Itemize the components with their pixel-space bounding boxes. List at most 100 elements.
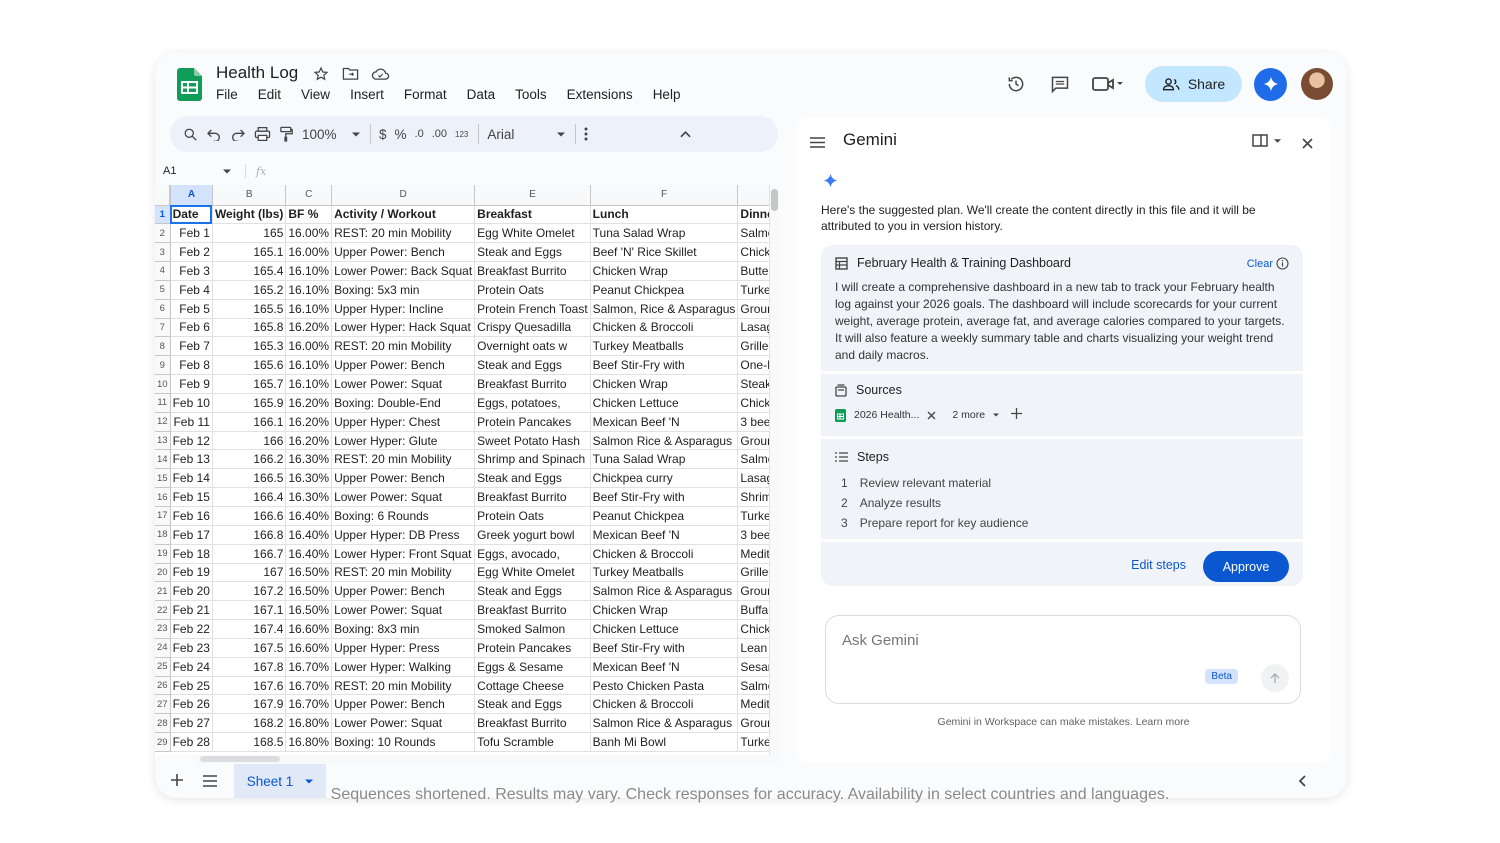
table-cell[interactable]: Beef Stir-Fry with: [590, 638, 739, 658]
table-cell[interactable]: 16.70%: [285, 694, 333, 715]
table-cell[interactable]: 16.10%: [285, 261, 333, 281]
share-button[interactable]: Share: [1145, 66, 1242, 102]
select-all-corner[interactable]: [155, 185, 172, 206]
table-cell[interactable]: REST: 20 min Mobility: [331, 336, 476, 357]
row-number[interactable]: 5: [155, 280, 171, 300]
row-number[interactable]: 7: [155, 318, 171, 338]
table-cell[interactable]: Feb 18: [170, 544, 213, 564]
table-cell[interactable]: Eggs & Sesame: [474, 657, 591, 677]
table-cell[interactable]: Mexican Beef 'N: [590, 412, 739, 432]
table-cell[interactable]: Eggs, avocado,: [474, 544, 591, 564]
column-header[interactable]: A: [170, 185, 213, 206]
table-cell[interactable]: Boxing: 5x3 min: [331, 280, 476, 300]
table-cell[interactable]: 16.30%: [285, 468, 333, 489]
table-cell[interactable]: Upper Hyper: Chest: [331, 412, 476, 432]
table-cell[interactable]: Breakfast Burrito: [474, 374, 591, 394]
table-cell[interactable]: Ground Beef Potatoes: [737, 713, 769, 734]
row-number[interactable]: 11: [155, 393, 171, 413]
table-cell[interactable]: 166.4: [212, 487, 287, 507]
table-cell[interactable]: Overnight oats w: [474, 336, 591, 357]
table-cell[interactable]: Chicken & Broccoli: [590, 694, 739, 715]
table-cell[interactable]: Feb 1: [170, 223, 213, 244]
column-header[interactable]: B: [212, 185, 287, 206]
table-cell[interactable]: 167.5: [212, 638, 287, 658]
table-cell[interactable]: 168.5: [212, 732, 287, 752]
table-cell[interactable]: 16.20%: [285, 393, 333, 413]
table-cell[interactable]: Upper Power: Bench: [331, 242, 476, 263]
row-number[interactable]: 10: [155, 374, 171, 394]
table-cell[interactable]: 3 beef tacos: [737, 412, 769, 432]
table-cell[interactable]: 167.4: [212, 619, 287, 639]
row-number[interactable]: 29: [155, 732, 171, 752]
number-format-button[interactable]: 123: [455, 120, 468, 148]
table-cell[interactable]: Tuna Salad Wrap: [590, 223, 739, 244]
table-cell[interactable]: Beef 'N' Rice Skillet: [590, 242, 739, 263]
table-cell[interactable]: Steak salad with: [737, 374, 769, 394]
table-cell[interactable]: 166.5: [212, 468, 287, 489]
table-cell[interactable]: Feb 9: [170, 374, 213, 394]
table-cell[interactable]: 167.8: [212, 657, 287, 677]
table-cell[interactable]: Feb 28: [170, 732, 213, 752]
undo-icon[interactable]: [206, 120, 222, 148]
table-cell[interactable]: Upper Power: Bench: [331, 468, 476, 489]
table-cell[interactable]: Turkey Meatballs: [590, 336, 739, 357]
table-cell[interactable]: Feb 10: [170, 393, 213, 413]
table-cell[interactable]: Egg White Omelet: [474, 223, 591, 244]
table-cell[interactable]: Steak and Eggs: [474, 694, 591, 715]
table-cell[interactable]: Steak and Eggs: [474, 242, 591, 263]
table-cell[interactable]: Beef Stir-Fry with: [590, 487, 739, 507]
table-cell[interactable]: Pesto Chicken Pasta: [590, 676, 739, 696]
table-cell[interactable]: Upper Power: Bench: [331, 355, 476, 376]
table-cell[interactable]: Feb 27: [170, 713, 213, 734]
column-header[interactable]: F: [590, 185, 739, 206]
table-cell[interactable]: Feb 6: [170, 318, 213, 338]
row-number[interactable]: 24: [155, 638, 171, 658]
table-cell[interactable]: Salmon Rice & Asparagus: [590, 581, 739, 602]
table-cell[interactable]: Protein Oats: [474, 280, 591, 300]
table-cell[interactable]: Feb 21: [170, 600, 213, 621]
table-cell[interactable]: Boxing: 6 Rounds: [331, 506, 476, 526]
menu-data[interactable]: Data: [467, 87, 496, 102]
panel-layout-icon[interactable]: [1252, 134, 1281, 147]
table-cell[interactable]: Lower Power: Squat: [331, 487, 476, 507]
close-icon[interactable]: [1302, 136, 1313, 154]
table-cell[interactable]: Mediterranean Lamb: [737, 694, 769, 715]
table-cell[interactable]: Lasagna and salad: [737, 318, 769, 338]
table-cell[interactable]: 16.70%: [285, 657, 333, 677]
move-folder-icon[interactable]: [341, 64, 360, 83]
table-cell[interactable]: Banh Mi Bowl: [590, 732, 739, 752]
row-number[interactable]: 3: [155, 242, 171, 263]
gemini-disclaimer[interactable]: Gemini in Workspace can make mistakes. L…: [796, 716, 1331, 728]
table-cell[interactable]: Breakfast Burrito: [474, 600, 591, 621]
table-cell[interactable]: 166.7: [212, 544, 287, 564]
table-cell[interactable]: 3 beef tacos and: [737, 525, 769, 545]
table-cell[interactable]: 166: [212, 431, 287, 451]
table-cell[interactable]: Shrimp and Spinach: [474, 449, 591, 470]
table-cell[interactable]: 16.20%: [285, 318, 333, 338]
table-cell[interactable]: 165.7: [212, 374, 287, 394]
menu-edit[interactable]: Edit: [258, 87, 281, 102]
table-cell[interactable]: Feb 12: [170, 431, 213, 451]
table-cell[interactable]: Tuna Salad Wrap: [590, 449, 739, 470]
table-cell[interactable]: 166.8: [212, 525, 287, 545]
row-number[interactable]: 17: [155, 506, 171, 526]
table-cell[interactable]: Eggs, potatoes,: [474, 393, 591, 413]
table-cell[interactable]: Breakfast Burrito: [474, 261, 591, 281]
table-cell[interactable]: 167.6: [212, 676, 287, 696]
table-cell[interactable]: 16.40%: [285, 525, 333, 545]
table-cell[interactable]: Turkey and Sweet Potato: [737, 506, 769, 526]
table-cell[interactable]: Feb 22: [170, 619, 213, 639]
table-cell[interactable]: Mexican Beef 'N: [590, 525, 739, 545]
table-cell[interactable]: Chicken Lettuce: [590, 619, 739, 639]
table-cell[interactable]: 16.30%: [285, 487, 333, 507]
table-cell[interactable]: Date: [170, 205, 213, 225]
table-cell[interactable]: Chicken & Broccoli: [590, 318, 739, 338]
table-cell[interactable]: Peanut Chickpea: [590, 506, 739, 526]
row-number[interactable]: 22: [155, 600, 171, 621]
sheets-logo-icon[interactable]: [177, 68, 202, 101]
table-cell[interactable]: Ground Beef, Potatoes: [737, 431, 769, 451]
table-cell[interactable]: Feb 5: [170, 299, 213, 319]
table-cell[interactable]: Salmon with Cauliflower: [737, 449, 769, 470]
row-number[interactable]: 6: [155, 299, 171, 319]
spreadsheet-grid[interactable]: A B C D E F G P 1 Date Weight (lbs) BF %…: [155, 185, 769, 755]
